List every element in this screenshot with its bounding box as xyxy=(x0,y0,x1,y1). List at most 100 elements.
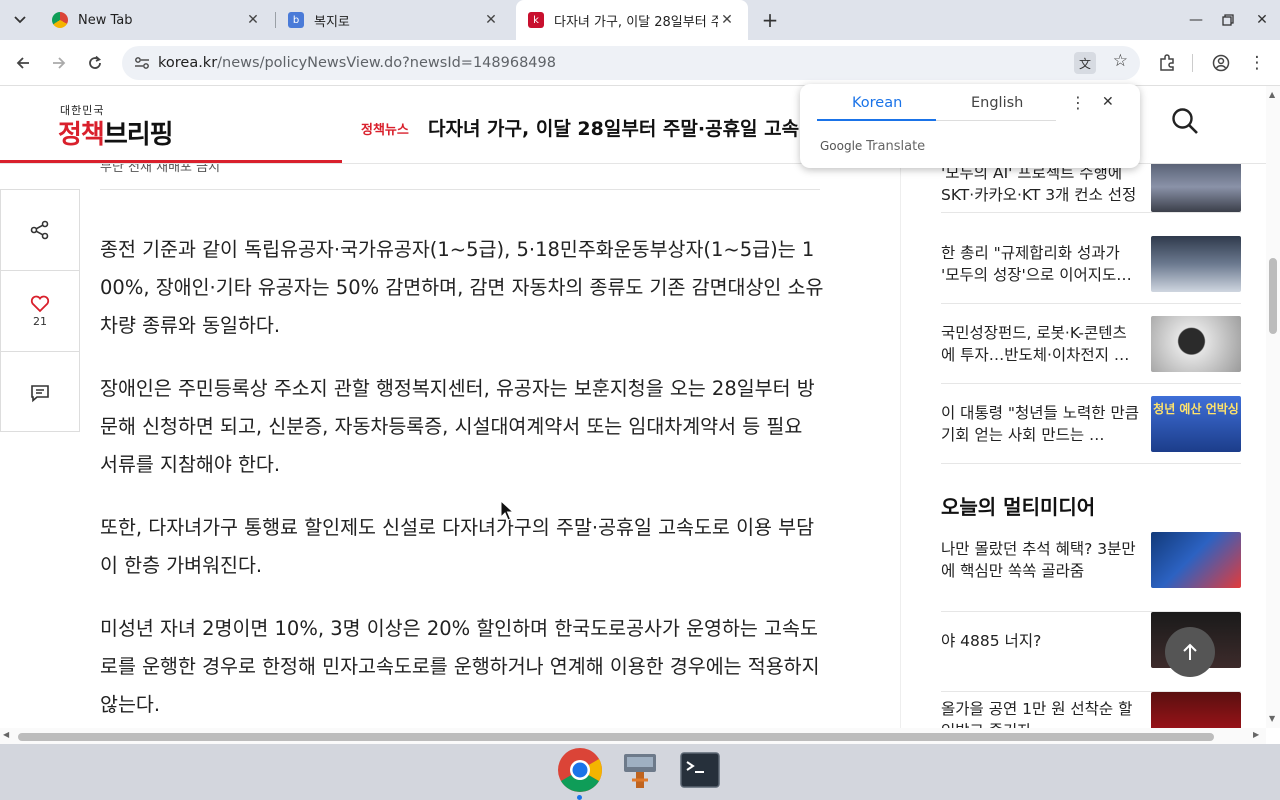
comment-button[interactable] xyxy=(1,352,79,433)
terminal-taskbar-icon[interactable] xyxy=(676,746,724,794)
chevron-down-icon xyxy=(14,16,26,24)
share-icon xyxy=(30,220,49,240)
news-title: 한 총리 "규제합리화 성과가 '모두의 성장'으로 이어지도… xyxy=(941,244,1132,284)
reload-button[interactable] xyxy=(80,48,110,78)
like-count: 21 xyxy=(33,314,47,328)
scroll-up-arrow-icon[interactable]: ▲ xyxy=(1269,90,1275,99)
scroll-right-arrow-icon[interactable]: ▶ xyxy=(1253,730,1259,739)
news-thumbnail: 청년 예산 언박싱 xyxy=(1151,396,1241,452)
minimize-icon[interactable]: — xyxy=(1180,0,1212,40)
site-logo[interactable]: 정책브리핑 xyxy=(58,114,174,151)
arrow-right-icon xyxy=(53,57,66,69)
running-indicator xyxy=(577,795,582,800)
multimedia-item[interactable]: 나만 몰랐던 추석 혜택? 3분만에 핵심만 쏙쏙 골라줌 xyxy=(941,532,1241,612)
vertical-scrollbar[interactable]: ▲ ▼ xyxy=(1266,86,1280,728)
news-title: '모두의 AI' 프로젝트 수행에 SKT·카카오·KT 3개 컨소 선정 xyxy=(941,164,1137,204)
chrome-taskbar-icon[interactable] xyxy=(556,746,604,794)
tab-title: 다자녀 가구, 이달 28일부터 주 xyxy=(554,14,718,30)
tool-icon xyxy=(624,754,656,788)
tab-underline xyxy=(936,120,1056,121)
share-button[interactable] xyxy=(1,190,79,271)
multimedia-section-title: 오늘의 멀티미디어 xyxy=(941,495,1096,519)
scroll-down-arrow-icon[interactable]: ▼ xyxy=(1269,714,1275,723)
profile-icon[interactable] xyxy=(1206,48,1236,78)
site-search-button[interactable] xyxy=(1170,106,1208,144)
news-title: 국민성장펀드, 로봇·K-콘텐츠에 투자…반도체·이차전지 … xyxy=(941,324,1130,364)
thumbnail-caption: 청년 예산 언박싱 xyxy=(1153,402,1239,416)
translate-tab-english[interactable]: English xyxy=(971,95,1023,111)
google-translate-brand: Google Translate xyxy=(820,139,925,154)
sidebar-news-item[interactable]: 한 총리 "규제합리화 성과가 '모두의 성장'으로 이어지도… xyxy=(941,224,1241,304)
multimedia-thumbnail xyxy=(1151,532,1241,588)
url-domain: korea.kr xyxy=(158,55,218,71)
tab-search-dropdown[interactable] xyxy=(6,6,34,34)
arrow-up-icon xyxy=(1183,643,1197,660)
vertical-scrollbar-thumb[interactable] xyxy=(1269,258,1277,334)
chrome-icon xyxy=(558,748,602,792)
news-category[interactable]: 정책뉴스 xyxy=(361,119,409,138)
forward-button[interactable] xyxy=(44,48,74,78)
horizontal-scrollbar[interactable]: ◀ ▶ xyxy=(0,728,1266,744)
url-path: /news/policyNewsView.do?newsId=148968498 xyxy=(217,55,556,71)
reload-icon xyxy=(89,55,101,69)
multimedia-title: 야 4885 너지? xyxy=(941,632,1042,650)
back-button[interactable] xyxy=(8,48,38,78)
article-divider xyxy=(100,189,820,190)
translate-tab-korean[interactable]: Korean xyxy=(852,95,902,111)
article-paragraph: 미성년 자녀 2명이면 10%, 3명 이상은 20% 할인하며 한국도로공사가… xyxy=(100,617,820,716)
brand-google: Google xyxy=(820,139,863,153)
toolbar-divider xyxy=(1192,54,1193,72)
translate-options-icon[interactable]: ⋮ xyxy=(1070,93,1086,112)
article-paragraph: 장애인은 주민등록상 주소지 관할 행정복지센터, 유공자는 보훈지청을 오는 … xyxy=(100,377,815,476)
sidebar-news-item[interactable]: 이 대통령 "청년들 노력한 만큼 기회 얻는 사회 만드는 … 청년 예산 언… xyxy=(941,384,1241,464)
korea-kr-favicon-icon: k xyxy=(528,12,544,28)
close-tab-icon[interactable]: ✕ xyxy=(718,12,736,28)
close-window-icon[interactable]: ✕ xyxy=(1246,0,1278,40)
close-tab-icon[interactable]: ✕ xyxy=(482,12,500,28)
tab-bokjiro[interactable]: b 복지로 ✕ xyxy=(276,0,512,40)
settings-tool-taskbar-icon[interactable] xyxy=(616,746,664,794)
multimedia-item[interactable]: 올가을 공연 1만 원 선착순 할인받고 즐기자 xyxy=(941,692,1241,728)
tab-title: New Tab xyxy=(78,12,133,28)
multimedia-title: 올가을 공연 1만 원 선착순 할인받고 즐기자 xyxy=(941,700,1133,728)
horizontal-scrollbar-thumb[interactable] xyxy=(18,733,1214,741)
scroll-to-top-button[interactable] xyxy=(1165,627,1215,677)
browser-toolbar: korea.kr/news/policyNewsView.do?newsId=1… xyxy=(0,40,1280,86)
article-headline: 다자녀 가구, 이달 28일부터 주말·공휴일 고속 xyxy=(428,118,800,140)
multimedia-thumbnail xyxy=(1151,692,1241,728)
close-tab-icon[interactable]: ✕ xyxy=(244,12,262,28)
logo-part-a: 정책 xyxy=(58,120,105,150)
related-sidebar: '모두의 AI' 프로젝트 수행에 SKT·카카오·KT 3개 컨소 선정 한 … xyxy=(900,86,1266,728)
like-button[interactable]: 21 xyxy=(1,271,79,352)
active-tab-indicator xyxy=(817,119,936,121)
news-thumbnail xyxy=(1151,236,1241,292)
comment-icon xyxy=(31,384,49,402)
scroll-left-arrow-icon[interactable]: ◀ xyxy=(3,730,9,739)
more-menu-icon[interactable]: ⋮ xyxy=(1242,48,1272,78)
chrome-icon xyxy=(52,12,68,28)
restore-icon[interactable] xyxy=(1212,0,1244,40)
site-info-icon[interactable] xyxy=(134,56,150,70)
web-page: 무단 전재 재배포 금지 21 종전 기준과 같이 독립유공자·국가유공자(1~… xyxy=(0,86,1266,728)
mouse-cursor-icon xyxy=(500,500,514,521)
search-icon xyxy=(1172,108,1198,134)
tab-policy-news[interactable]: k 다자녀 가구, 이달 28일부터 주 ✕ xyxy=(516,0,748,40)
close-icon[interactable]: ✕ xyxy=(1102,94,1114,110)
article-action-bar: 21 xyxy=(0,189,80,432)
new-tab-button[interactable]: + xyxy=(756,6,784,34)
address-bar[interactable]: korea.kr/news/policyNewsView.do?newsId=1… xyxy=(122,46,1140,80)
url-text: korea.kr/news/policyNewsView.do?newsId=1… xyxy=(158,55,556,71)
sidebar-news-item[interactable]: 국민성장펀드, 로봇·K-콘텐츠에 투자…반도체·이차전지 … xyxy=(941,304,1241,384)
multimedia-title: 나만 몰랐던 추석 혜택? 3분만에 핵심만 쏙쏙 골라줌 xyxy=(941,540,1136,580)
extensions-icon[interactable] xyxy=(1152,48,1182,78)
bookmark-star-icon[interactable]: ☆ xyxy=(1113,51,1128,71)
translate-icon[interactable]: 文 xyxy=(1074,52,1096,74)
article-paragraph: 또한, 다자녀가구 통행료 할인제도 신설로 다자녀가구의 주말·공휴일 고속도… xyxy=(100,516,815,577)
logo-part-b: 브리핑 xyxy=(103,120,174,150)
article-paragraph: 종전 기준과 같이 독립유공자·국가유공자(1~5급), 5·18민주화운동부상… xyxy=(100,238,824,337)
tab-new-tab[interactable]: New Tab ✕ xyxy=(40,0,274,40)
tab-title: 복지로 xyxy=(314,14,350,30)
news-thumbnail xyxy=(1151,316,1241,372)
bokjiro-favicon-icon: b xyxy=(288,12,304,28)
reading-progress-bar xyxy=(0,160,342,163)
